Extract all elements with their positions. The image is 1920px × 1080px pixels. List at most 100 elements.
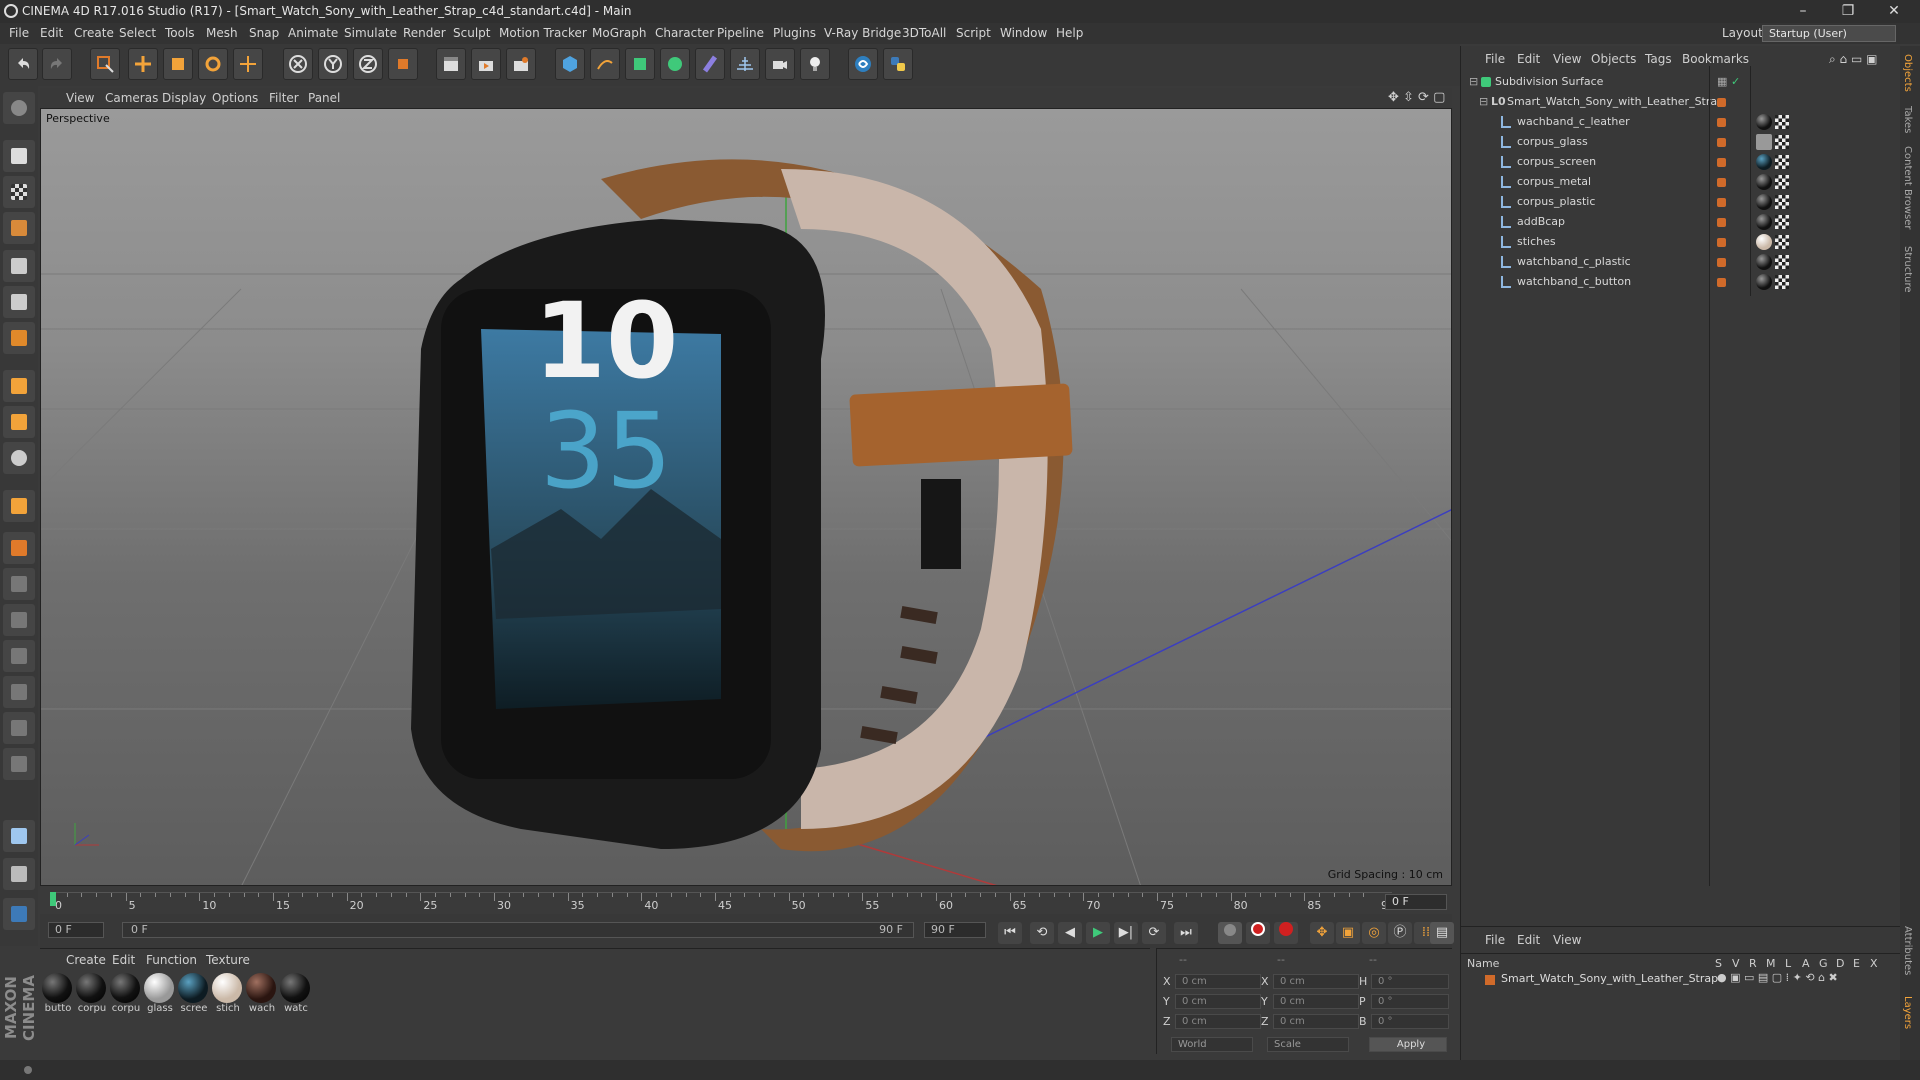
sculpt-brush-3-button[interactable] [3,640,35,672]
menu-select[interactable]: Select [119,23,156,44]
layer-col-deformers[interactable]: D [1836,957,1844,970]
sculpt-brush-2-button[interactable] [3,604,35,636]
object-menu-edit[interactable]: Edit [1517,52,1540,66]
position-x-field[interactable]: 0 cm [1175,974,1261,989]
material-tag-icon[interactable] [1756,174,1772,190]
position-z-field[interactable]: 0 cm [1175,1014,1261,1029]
size-y-field[interactable]: 0 cm [1273,994,1359,1009]
material-swatch[interactable]: glass [144,973,176,1021]
sculpt-brush-6-button[interactable] [3,748,35,780]
texture-tag-icon[interactable] [1775,195,1789,209]
material-menu-edit[interactable]: Edit [112,953,135,967]
start-frame-field[interactable]: 0 F [48,922,104,938]
layer-col-view[interactable]: V [1732,957,1740,970]
edges-mode-button[interactable] [3,286,35,318]
material-swatch[interactable]: wach [246,973,278,1021]
sculpt-brush-1-button[interactable] [3,568,35,600]
object-row[interactable]: stiches [1461,232,1901,252]
layer-col-animation[interactable]: A [1802,957,1810,970]
object-row[interactable]: watchband_c_plastic [1461,252,1901,272]
layer-col-render[interactable]: R [1749,957,1757,970]
model-mode-button[interactable] [3,140,35,172]
render-view-button[interactable] [436,48,466,80]
viewport-menu-options[interactable]: Options [212,88,258,108]
enabled-check-icon[interactable]: ✓ [1731,72,1740,92]
menu-vray-bridge[interactable]: V-Ray Bridge [824,23,901,44]
layer-menu-view[interactable]: View [1553,933,1581,947]
menu-motion-tracker[interactable]: Motion Tracker [499,23,587,44]
rotation-b-field[interactable]: 0 ° [1371,1014,1449,1029]
camera-button[interactable] [765,48,795,80]
layer-col-solo[interactable]: S [1715,957,1722,970]
viewport-menu-panel[interactable]: Panel [308,88,340,108]
side-tab-takes[interactable]: Takes [1902,106,1913,133]
position-y-field[interactable]: 0 cm [1175,994,1261,1009]
menu-file[interactable]: File [9,23,29,44]
texture-tag-icon[interactable] [1775,135,1789,149]
restore-button[interactable]: ❐ [1828,0,1868,23]
menu-sculpt[interactable]: Sculpt [453,23,490,44]
material-tag-icon[interactable] [1756,234,1772,250]
key-scale-button[interactable]: ▣ [1336,922,1360,944]
texture-tag-icon[interactable] [1775,115,1789,129]
rotation-h-field[interactable]: 0 ° [1371,974,1449,989]
timeline-ruler[interactable]: 051015202530354045505560657075808590 [52,892,1395,914]
object-row[interactable]: corpus_glass [1461,132,1901,152]
workplane-button[interactable] [3,212,35,244]
record-keys-button[interactable] [1218,922,1242,944]
coordinate-system-button[interactable] [388,48,418,80]
layer-menu-file[interactable]: File [1485,933,1505,947]
texture-tag-icon[interactable] [1775,255,1789,269]
frame-range-slider[interactable]: 0 F 90 F [122,922,914,938]
minimize-button[interactable]: – [1783,0,1823,23]
rotation-p-field[interactable]: 0 ° [1371,994,1449,1009]
object-row[interactable]: corpus_plastic [1461,192,1901,212]
layer-col-manager[interactable]: M [1766,957,1776,970]
make-editable-button[interactable] [3,92,35,124]
live-selection-button[interactable] [90,48,120,80]
object-row[interactable]: addBcap [1461,212,1901,232]
deformer-button[interactable] [695,48,725,80]
menu-mograph[interactable]: MoGraph [592,23,647,44]
layer-col-generators[interactable]: G [1819,957,1828,970]
go-to-start-button[interactable]: ⏮ [998,922,1022,944]
menu-window[interactable]: Window [1000,23,1047,44]
timeline[interactable]: 051015202530354045505560657075808590 0 F [40,886,1452,914]
current-frame-field[interactable]: 0 F [1385,894,1447,910]
side-tab-content-browser[interactable]: Content Browser [1902,146,1913,229]
object-menu-tags[interactable]: Tags [1645,52,1672,66]
viewport-nav-icons[interactable]: ✥ ⇳ ⟳ ▢ [1388,88,1445,108]
pen-spline-button[interactable] [590,48,620,80]
menu-3dtoall[interactable]: 3DToAll [902,23,946,44]
material-menu-create[interactable]: Create [66,953,106,967]
render-settings-button[interactable] [506,48,536,80]
playhead[interactable] [50,892,56,906]
material-swatch[interactable]: watc [280,973,312,1021]
coordinate-space-select[interactable]: World [1171,1037,1253,1052]
menu-plugins[interactable]: Plugins [773,23,816,44]
previous-key-button[interactable]: ⟲ [1030,922,1054,944]
side-tab-attributes[interactable]: Attributes [1902,926,1913,975]
material-tag-icon[interactable] [1756,134,1772,150]
menu-animate[interactable]: Animate [288,23,338,44]
menu-edit[interactable]: Edit [40,23,63,44]
sculpt-brush-5-button[interactable] [3,712,35,744]
z-axis-lock-button[interactable] [353,48,383,80]
material-menu-texture[interactable]: Texture [206,953,250,967]
layer-row[interactable]: Smart_Watch_Sony_with_Leather_Strap ● ▣ … [1461,971,1901,989]
texture-tag-icon[interactable] [1775,155,1789,169]
object-row-subdivision-surface[interactable]: ⊟ Subdivision Surface ▦ ✓ [1461,72,1901,92]
apply-button[interactable]: Apply [1369,1037,1447,1052]
menu-script[interactable]: Script [956,23,991,44]
menu-simulate[interactable]: Simulate [344,23,397,44]
solo-button[interactable] [3,858,35,890]
object-menu-file[interactable]: File [1485,52,1505,66]
object-menu-view[interactable]: View [1553,52,1581,66]
expand-toggle-icon[interactable]: ⊟ [1469,72,1478,92]
menu-character[interactable]: Character [655,23,714,44]
object-row-smart-watch[interactable]: ⊟ L0 Smart_Watch_Sony_with_Leather_Strap [1461,92,1901,112]
layer-flags-icons[interactable]: ● ▣ ▭ ▤ ▢ ⁞ ✦ ⟲ ⌂ ✖ [1717,971,1838,984]
menu-mesh[interactable]: Mesh [206,23,238,44]
material-tag-icon[interactable] [1756,114,1772,130]
points-mode-button[interactable] [3,250,35,282]
